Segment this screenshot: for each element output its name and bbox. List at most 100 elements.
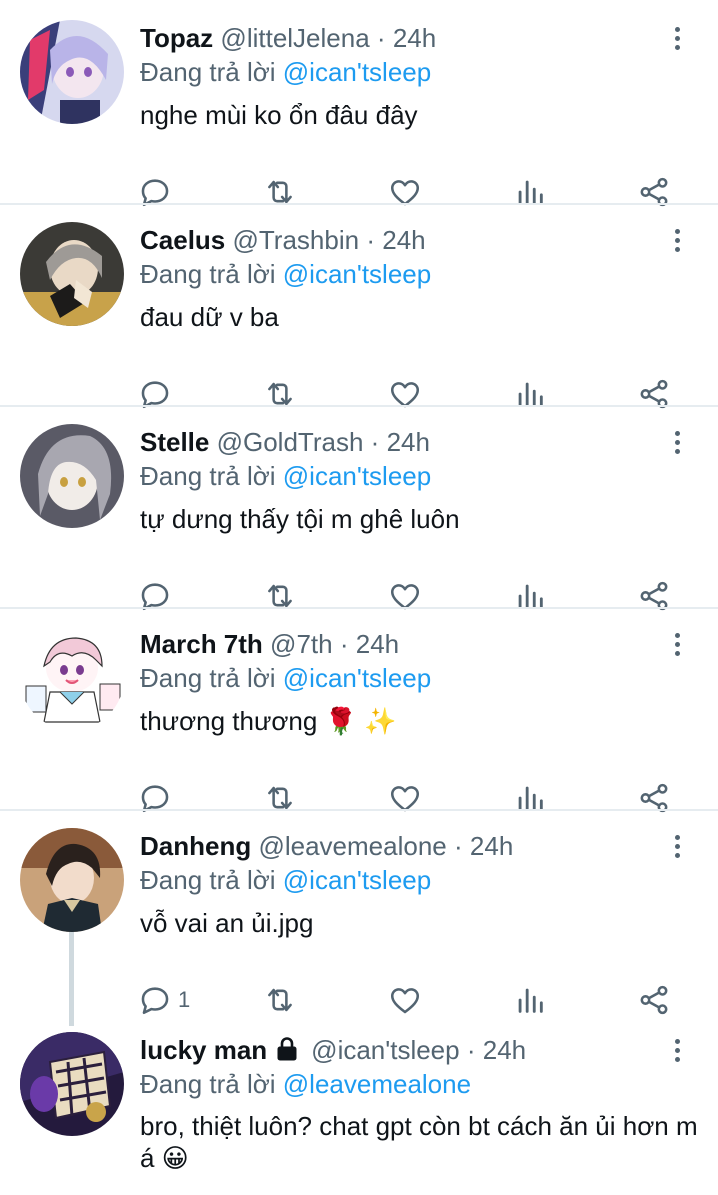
- display-name[interactable]: Topaz: [140, 23, 213, 53]
- more-icon[interactable]: [664, 626, 690, 662]
- heart-icon: [390, 988, 420, 1014]
- timestamp[interactable]: 24h: [382, 225, 425, 255]
- separator-dot: ·: [454, 831, 463, 861]
- replying-to: Đang trả lời @ican'tsleep: [140, 458, 431, 494]
- share-button[interactable]: [637, 776, 671, 820]
- avatar[interactable]: [20, 1032, 124, 1136]
- avatar[interactable]: [20, 626, 124, 730]
- views-button[interactable]: [513, 170, 547, 214]
- divider: [0, 607, 718, 609]
- tweet-header: Danheng @leavemealone · 24h: [140, 828, 513, 864]
- avatar-image: [20, 828, 124, 932]
- like-button[interactable]: [388, 170, 422, 214]
- retweet-button[interactable]: [263, 574, 297, 618]
- mention-link[interactable]: @leavemealone: [283, 1069, 471, 1099]
- user-handle[interactable]: @ican'tsleep: [311, 1035, 459, 1065]
- mention-link[interactable]: @ican'tsleep: [283, 259, 431, 289]
- display-name[interactable]: Caelus: [140, 225, 225, 255]
- more-icon[interactable]: [664, 424, 690, 460]
- divider: [0, 203, 718, 205]
- retweet-button[interactable]: [263, 170, 297, 214]
- more-icon[interactable]: [664, 1032, 690, 1068]
- tweet-header: Caelus @Trashbin · 24h: [140, 222, 426, 258]
- action-bar: [0, 170, 718, 214]
- retweet-button[interactable]: [263, 372, 297, 416]
- display-name[interactable]: Danheng: [140, 831, 251, 861]
- retweet-button[interactable]: [263, 978, 297, 1022]
- avatar-image: [20, 626, 124, 730]
- action-bar: [0, 372, 718, 416]
- avatar-image: [20, 20, 124, 124]
- replying-to: Đang trả lời @ican'tsleep: [140, 54, 431, 90]
- divider: [0, 405, 718, 407]
- user-handle[interactable]: @leavemealone: [258, 831, 446, 861]
- like-button[interactable]: [388, 978, 422, 1022]
- replying-to: Đang trả lời @leavemealone: [140, 1066, 471, 1102]
- tweet-text: tự dưng thấy tội m ghê luôn: [140, 504, 460, 534]
- action-bar: [0, 574, 718, 618]
- user-handle[interactable]: @littelJelena: [220, 23, 369, 53]
- user-handle[interactable]: @7th: [270, 629, 333, 659]
- replying-prefix: Đang trả lời: [140, 259, 283, 289]
- user-handle[interactable]: @GoldTrash: [217, 427, 364, 457]
- views-button[interactable]: [513, 372, 547, 416]
- replying-to: Đang trả lời @ican'tsleep: [140, 660, 431, 696]
- more-icon[interactable]: [664, 20, 690, 56]
- like-button[interactable]: [388, 372, 422, 416]
- mention-link[interactable]: @ican'tsleep: [283, 57, 431, 87]
- views-button[interactable]: [513, 574, 547, 618]
- display-name[interactable]: Stelle: [140, 427, 209, 457]
- tweet[interactable]: Danheng @leavemealone · 24h Đang trả lời…: [0, 828, 718, 1015]
- retweet-button[interactable]: [263, 776, 297, 820]
- reply-button[interactable]: [138, 372, 178, 416]
- tweet[interactable]: Topaz @littelJelena · 24h Đang trả lời @…: [0, 20, 718, 207]
- display-name[interactable]: lucky man: [140, 1035, 267, 1065]
- share-button[interactable]: [637, 372, 671, 416]
- like-button[interactable]: [388, 574, 422, 618]
- tweet[interactable]: March 7th @7th · 24h Đang trả lời @ican'…: [0, 626, 718, 813]
- timestamp[interactable]: 24h: [356, 629, 399, 659]
- replying-prefix: Đang trả lời: [140, 865, 283, 895]
- tweet[interactable]: Caelus @Trashbin · 24h Đang trả lời @ica…: [0, 222, 718, 409]
- reply-button[interactable]: [138, 776, 178, 820]
- more-icon[interactable]: [664, 828, 690, 864]
- reply-count: 1: [178, 987, 191, 1012]
- mention-link[interactable]: @ican'tsleep: [283, 663, 431, 693]
- avatar[interactable]: [20, 20, 124, 124]
- mention-link[interactable]: @ican'tsleep: [283, 865, 431, 895]
- timestamp[interactable]: 24h: [483, 1035, 526, 1065]
- reply-button[interactable]: 1: [138, 978, 190, 1022]
- replying-to: Đang trả lời @ican'tsleep: [140, 256, 431, 292]
- timestamp[interactable]: 24h: [387, 427, 430, 457]
- timestamp[interactable]: 24h: [393, 23, 436, 53]
- action-bar: [0, 776, 718, 820]
- like-button[interactable]: [388, 776, 422, 820]
- avatar[interactable]: [20, 222, 124, 326]
- user-handle[interactable]: @Trashbin: [233, 225, 360, 255]
- tweet-text: đau dữ v ba: [140, 302, 279, 332]
- share-button[interactable]: [637, 978, 671, 1022]
- views-button[interactable]: [513, 978, 547, 1022]
- tweet-text: vỗ vai an ủi.jpg: [140, 908, 314, 938]
- avatar[interactable]: [20, 828, 124, 932]
- mention-link[interactable]: @ican'tsleep: [283, 461, 431, 491]
- tweet[interactable]: Stelle @GoldTrash · 24h Đang trả lời @ic…: [0, 424, 718, 611]
- tweet-header: lucky man @ican'tsleep · 24h: [140, 1032, 526, 1068]
- share-icon: [640, 985, 668, 1015]
- reply-button[interactable]: [138, 574, 178, 618]
- display-name[interactable]: March 7th: [140, 629, 263, 659]
- reply-icon: [141, 987, 169, 1015]
- avatar-image: [20, 424, 124, 528]
- share-button[interactable]: [637, 170, 671, 214]
- views-button[interactable]: [513, 776, 547, 820]
- separator-dot: ·: [376, 23, 386, 53]
- more-icon[interactable]: [664, 222, 690, 258]
- avatar[interactable]: [20, 424, 124, 528]
- separator-dot: ·: [339, 629, 349, 659]
- tweet[interactable]: lucky man @ican'tsleep · 24h Đang trả lời…: [0, 1032, 718, 1195]
- avatar-image: [20, 222, 124, 326]
- replying-prefix: Đang trả lời: [140, 1069, 283, 1099]
- timestamp[interactable]: 24h: [470, 831, 513, 861]
- reply-button[interactable]: [138, 170, 178, 214]
- share-button[interactable]: [637, 574, 671, 618]
